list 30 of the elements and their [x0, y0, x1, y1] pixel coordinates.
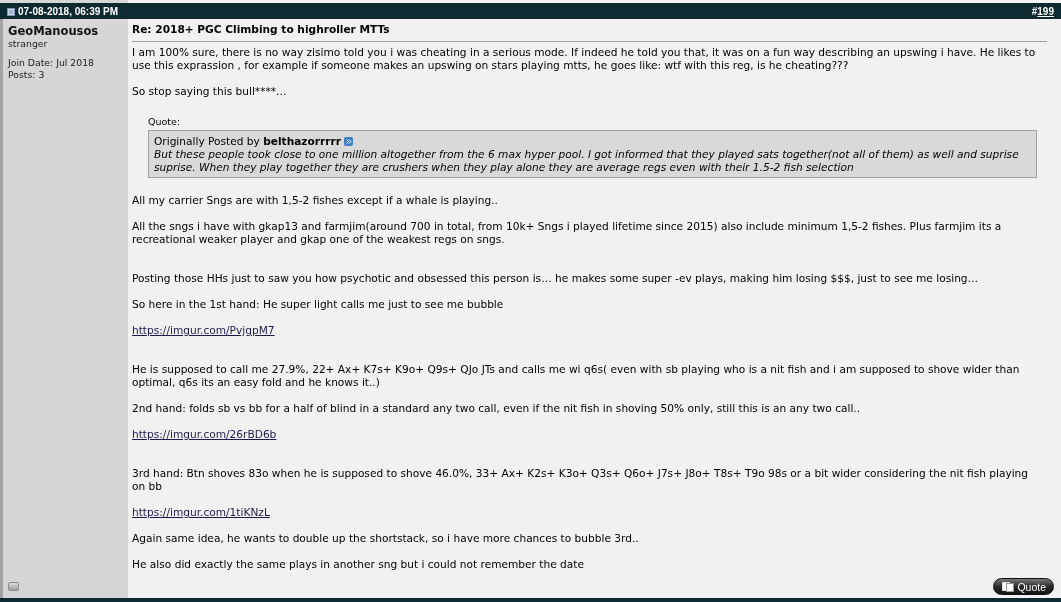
quote-button[interactable]: Quote: [993, 578, 1054, 595]
quote-label: Quote:: [148, 116, 182, 128]
arrow-icon[interactable]: [343, 137, 353, 146]
user-rank: stranger: [8, 38, 48, 50]
post-title: Re: 2018+ PGC Climbing to highroller MTTs: [132, 23, 391, 36]
post-paragraph: He is supposed to call me 27.9%, 22+ Ax+ K7s+ K9o+ Q9s+ QJo JTs and calls me wi q6s( even with sb playing who is a nit fish and i am supposed to shove wider than optimal, q6s its an easy fold and he knows it..): [132, 363, 1021, 389]
post-paragraph: So here in the 1st hand: He super light calls me just to see me bubble: [132, 298, 505, 311]
post-paragraph: 2nd hand: folds sb vs bb for a half of blind in a standard any two call, even if the nit fish in shoving 50% only, still this is an any two call..: [132, 402, 862, 415]
post-paragraph: He also did exactly the same plays in another sng but i could not remember the date: [132, 558, 585, 571]
post-paragraph: Again same idea, he wants to double up the shortstack, so i have more chances to bubble 3rd..: [132, 532, 640, 545]
post-paragraph: All the sngs i have with gkap13 and farmjim(around 700 in total, from 10k+ Sngs i played lifetime since 2015) also include minimum 1,5-2 fishes. Plus farmjim its a recreational weaker player and gkap one of the weakest regs on sngs.: [132, 220, 1003, 246]
quote-attribution: Originally Posted by belthazorrrrr: [154, 135, 341, 148]
post-number-hash: #: [1031, 5, 1038, 17]
url-link[interactable]: https://imgur.com/26rBD6b: [132, 428, 277, 440]
document-icon: [7, 8, 15, 16]
post-paragraph: All my carrier Sngs are with 1,5-2 fishes except if a whale is playing..: [132, 194, 499, 207]
status-indicator-icon: [8, 582, 19, 591]
post-count: Posts: 3: [8, 69, 45, 81]
post-date: 07-08-2018, 06:39 PM: [18, 5, 119, 17]
post-paragraph: I am 100% sure, there is no way zisimo told you i was cheating in a serious mode. If indeed he told you that, it was on a fun way describing an upswing i have. He likes to use this exprassion , for example if someone makes an upswing on stars playing mtts, he goes like: wtf with this reg, is he cheating???: [132, 46, 1037, 72]
post-paragraph: Posting those HHs just to saw you how psychotic and obsessed this person is… he makes some super -ev plays, making him losing $$$, just to see me losing…: [132, 272, 980, 285]
url-link[interactable]: https://imgur.com/1tiKNzL: [132, 506, 270, 518]
join-date: Join Date: Jul 2018: [8, 57, 94, 69]
pages-icon: [1002, 581, 1015, 592]
post-number-link[interactable]: 199: [1037, 5, 1054, 17]
post-paragraph: So stop saying this bull****…: [132, 85, 288, 98]
url-link[interactable]: https://imgur.com/PvjgpM7: [132, 324, 275, 336]
post-paragraph: 3rd hand: Btn shoves 83o when he is supposed to shove 46.0%, 33+ Ax+ K2s+ K3o+ Q3s+ Q6o+ J7s+ J8o+ T8s+ T9o 98s or a bit wider considering the nit fish playing on bb: [132, 467, 1030, 493]
quote-text: But these people took close to one million altogether from the 6 max hyper pool. I got informed that they played sats together(not all of them) as well and suprise suprise. When they play together they are crushers when they play alone they are average regs even with their 1.5-2 fish selection: [154, 148, 1020, 174]
username-link[interactable]: GeoManousos: [8, 24, 99, 38]
